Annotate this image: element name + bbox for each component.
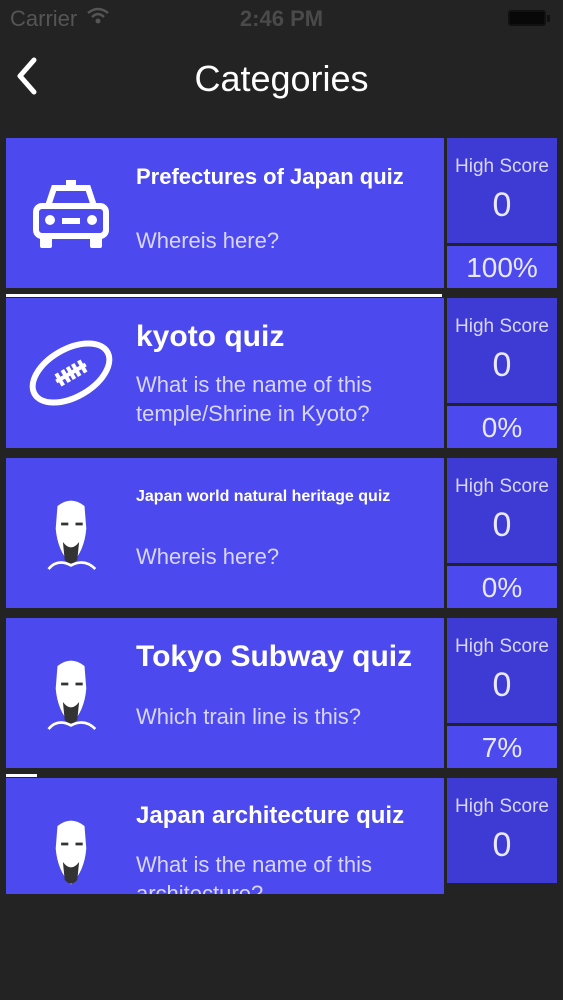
high-score-box: High Score 0 — [447, 138, 557, 243]
portrait-icon — [55, 820, 87, 885]
quiz-title: Prefectures of Japan quiz — [136, 164, 404, 189]
high-score-value: 0 — [492, 186, 512, 224]
percent-value: 0% — [481, 412, 523, 443]
percent-box: 100% — [447, 246, 557, 288]
high-score-value: 0 — [492, 826, 512, 864]
high-score-box: High Score 0 — [447, 618, 557, 723]
page-title: Categories — [194, 58, 369, 99]
quiz-title: kyoto quiz — [136, 320, 285, 353]
battery-icon — [508, 10, 546, 26]
high-score-label: High Score — [455, 796, 549, 817]
quiz-title: Tokyo Subway quiz — [136, 640, 413, 673]
battery-tip — [547, 15, 550, 22]
high-score-box: High Score 0 — [447, 458, 557, 563]
status-time: 2:46 PM — [239, 6, 324, 31]
high-score-label: High Score — [455, 156, 549, 177]
progress-bar — [6, 774, 37, 777]
high-score-label: High Score — [455, 316, 549, 337]
portrait-icon — [47, 500, 97, 570]
high-score-value: 0 — [492, 346, 512, 384]
score-panel: High Score 0 0% — [447, 458, 557, 608]
high-score-label: High Score — [455, 476, 549, 497]
percent-value: 7% — [481, 732, 523, 763]
category-row-tokyo-subway[interactable]: Tokyo Subway quiz Which train line is th… — [6, 618, 557, 768]
high-score-label: High Score — [455, 636, 549, 657]
category-row-natural-heritage[interactable]: Japan world natural heritage quiz Wherei… — [6, 458, 557, 608]
car-icon — [33, 180, 109, 248]
high-score-value: 0 — [492, 506, 512, 544]
status-bar: Carrier 2:46 PM — [0, 0, 563, 40]
quiz-subtitle: What is the name of this architecture? — [136, 852, 372, 894]
football-icon — [29, 340, 113, 406]
category-list[interactable]: Prefectures of Japan quiz Whereis here? … — [0, 138, 563, 894]
score-panel: High Score 0 — [447, 778, 557, 894]
category-card[interactable]: Tokyo Subway quiz Which train line is th… — [6, 618, 444, 768]
progress-bar — [6, 294, 442, 297]
quiz-subtitle: What is the name of this temple/Shrine i… — [136, 372, 372, 426]
category-row-kyoto[interactable]: kyoto quiz What is the name of this temp… — [6, 298, 557, 448]
bottom-bar — [0, 894, 563, 1000]
score-panel: High Score 0 0% — [447, 298, 557, 448]
portrait-icon — [47, 660, 97, 730]
category-card[interactable]: Prefectures of Japan quiz Whereis here? — [6, 138, 444, 288]
quiz-title: Japan world natural heritage quiz — [136, 488, 391, 505]
category-card[interactable]: kyoto quiz What is the name of this temp… — [6, 298, 444, 448]
percent-box: 0% — [447, 406, 557, 448]
percent-value: 100% — [466, 252, 538, 283]
category-row-prefectures[interactable]: Prefectures of Japan quiz Whereis here? … — [6, 138, 557, 288]
score-panel: High Score 0 100% — [447, 138, 557, 288]
category-card[interactable]: Japan architecture quiz What is the name… — [6, 778, 444, 894]
percent-box: 0% — [447, 566, 557, 608]
percent-value: 0% — [481, 572, 523, 603]
category-row-architecture[interactable]: Japan architecture quiz What is the name… — [6, 778, 557, 894]
quiz-title: Japan architecture quiz — [136, 802, 405, 829]
nav-bar: Categories — [0, 40, 563, 138]
quiz-subtitle: Which train line is this? — [136, 704, 361, 729]
category-card[interactable]: Japan world natural heritage quiz Wherei… — [6, 458, 444, 608]
high-score-box: High Score 0 — [447, 778, 557, 883]
high-score-value: 0 — [492, 666, 512, 704]
score-panel: High Score 0 7% — [447, 618, 557, 768]
high-score-box: High Score 0 — [447, 298, 557, 403]
quiz-subtitle: Whereis here? — [136, 228, 280, 253]
percent-box: 7% — [447, 726, 557, 768]
quiz-subtitle: Whereis here? — [136, 544, 280, 569]
